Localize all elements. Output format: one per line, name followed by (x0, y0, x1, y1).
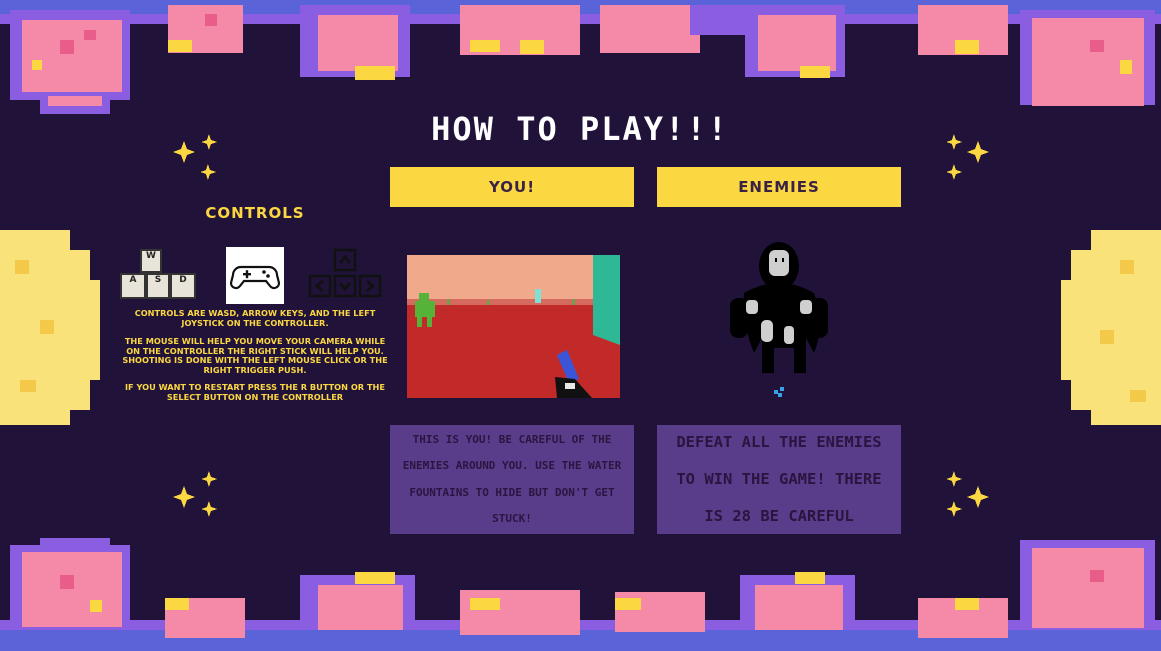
sparkle-icon (173, 471, 217, 517)
sparkle-icon (946, 471, 989, 517)
sparkle-icon (173, 134, 217, 180)
tab-you[interactable]: YOU! (390, 167, 634, 207)
tab-enemies[interactable]: ENEMiES (657, 167, 901, 207)
pixel-planet-icon (10, 10, 130, 114)
enemies-description-text: DEFEAT ALL THE ENEMiES TO WiN THE GAME! … (676, 433, 882, 525)
pixel-moon-icon (1061, 230, 1161, 425)
you-description-box: THiS iS YOU! BE CAREFUL OF THE ENEMiES A… (390, 425, 634, 534)
key-a: A (120, 273, 146, 299)
pixel-moon-icon (0, 230, 100, 425)
wasd-keys-icon: W A S D (120, 249, 196, 299)
controls-move-text: CONTROLS ARE WASD, ARROW KEYS, AND THE L… (134, 308, 376, 328)
sparkle-icon (946, 134, 989, 180)
controls-heading: CONTROLS (205, 204, 305, 222)
player-view-image (407, 255, 620, 398)
enemy-gorilla-image (724, 238, 834, 403)
key-d: D (170, 273, 196, 299)
arrow-keys-icon (308, 248, 382, 298)
gamepad-icon (226, 247, 284, 304)
key-s: S (146, 273, 170, 299)
controls-restart-text: IF YOU WANT TO RESTART PRESS THE R BUTTO… (125, 382, 385, 402)
controls-camera-text: THE MOUSE WILL HELP YOU MOVE YOUR CAMERA… (122, 336, 388, 375)
enemies-description-box: DEFEAT ALL THE ENEMiES TO WiN THE GAME! … (657, 425, 901, 534)
page-title: HOW TO PLAY!!! (431, 110, 729, 148)
you-description-text: THiS iS YOU! BE CAREFUL OF THE ENEMiES A… (402, 432, 622, 526)
key-w: W (140, 249, 162, 273)
